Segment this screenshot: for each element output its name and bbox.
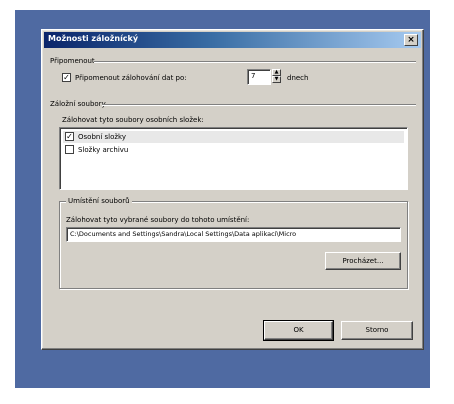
- close-icon: ×: [407, 35, 415, 45]
- cancel-button[interactable]: Storno: [341, 321, 413, 340]
- file-location-label: Zálohovat tyto vybrané soubory do tohoto…: [66, 216, 250, 224]
- reminder-checkbox[interactable]: ✓: [62, 73, 71, 82]
- backup-options-dialog: Možnosti záložnícký × Připomenout ✓ Přip…: [41, 29, 424, 350]
- personal-folders-list[interactable]: ✓ Osobní složky Složky archivu: [59, 127, 408, 190]
- reminder-days-spinner[interactable]: ▲ ▼: [272, 69, 281, 85]
- dialog-title: Možnosti záložnícký: [48, 34, 139, 43]
- reminder-section-label: Připomenout: [50, 57, 95, 65]
- personal-folders-checkbox[interactable]: ✓: [65, 132, 74, 141]
- spin-down-icon[interactable]: ▼: [272, 76, 281, 83]
- reminder-separator: [94, 61, 416, 63]
- list-item-label: Složky archivu: [78, 146, 129, 154]
- file-location-group-label: Umístění souborů: [66, 197, 132, 205]
- close-button[interactable]: ×: [404, 34, 418, 46]
- check-icon: ✓: [63, 73, 70, 82]
- file-location-group: Umístění souborů Zálohovat tyto vybrané …: [59, 197, 408, 289]
- reminder-label: Připomenout zálohování dat po:: [75, 74, 187, 82]
- files-list-label: Zálohovat tyto soubory osobních složek:: [62, 116, 204, 124]
- list-item-label: Osobní složky: [78, 133, 126, 141]
- title-bar: Možnosti záložnícký ×: [44, 32, 421, 48]
- archive-folders-checkbox[interactable]: [65, 145, 74, 154]
- ok-button[interactable]: OK: [263, 320, 334, 341]
- backup-path-input[interactable]: C:\Documents and Settings\Sandra\Local S…: [66, 227, 401, 242]
- list-item-archive-folders[interactable]: Složky archivu: [63, 144, 404, 156]
- list-item-personal-folders[interactable]: ✓ Osobní složky: [63, 131, 404, 143]
- browse-button[interactable]: Procházet...: [325, 252, 401, 270]
- reminder-days-input[interactable]: 7: [247, 69, 271, 85]
- files-separator: [102, 104, 416, 106]
- files-section-label: Záložní soubory: [50, 100, 106, 108]
- reminder-unit-label: dnech: [287, 74, 309, 82]
- spin-up-icon[interactable]: ▲: [272, 69, 281, 76]
- check-icon: ✓: [66, 132, 73, 141]
